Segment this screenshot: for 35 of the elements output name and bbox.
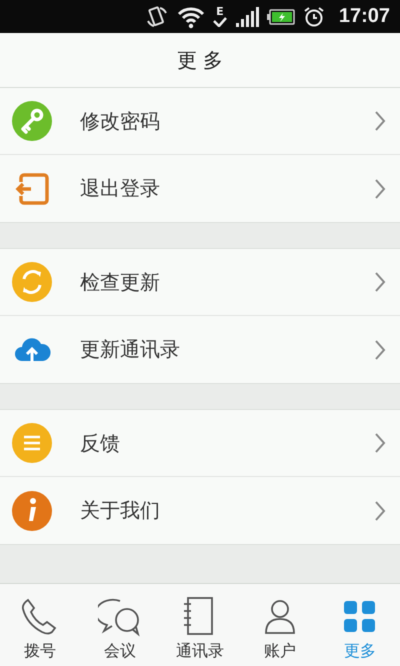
menu-item-label: 反馈	[80, 430, 121, 456]
chevron-right-icon	[374, 110, 386, 132]
battery-icon	[266, 8, 295, 24]
menu-item-label: 关于我们	[80, 497, 161, 524]
signal-icon	[234, 6, 259, 28]
list-icon	[12, 423, 52, 463]
info-icon	[12, 490, 52, 530]
alarm-icon	[302, 6, 325, 28]
chevron-right-icon	[374, 271, 386, 293]
menu-item[interactable]: 关于我们	[0, 477, 400, 544]
tab[interactable]: 通讯录	[160, 584, 240, 666]
menu-item-label: 退出登录	[80, 175, 161, 202]
chevron-right-icon	[374, 500, 386, 522]
menu-item-label: 修改密码	[80, 108, 161, 134]
chevron-right-icon	[374, 338, 386, 360]
check-icon	[212, 17, 227, 27]
menu-item[interactable]: 反馈	[0, 410, 400, 477]
tab[interactable]: 拨号	[0, 584, 80, 666]
chevron-right-icon	[374, 432, 386, 454]
menu-item-label: 更新通讯录	[80, 336, 181, 363]
key-icon	[12, 101, 52, 141]
menu-item-label: 检查更新	[80, 268, 161, 296]
menu-item[interactable]: 退出登录	[0, 155, 400, 222]
menu-item[interactable]: 检查更新	[0, 249, 400, 316]
rotation-icon	[144, 4, 169, 28]
refresh-icon	[12, 262, 52, 302]
menu-item[interactable]: 修改密码	[0, 88, 400, 155]
clock-time: 17:07	[338, 5, 390, 28]
tab[interactable]: 会议	[80, 584, 160, 666]
page-title: 更 多	[176, 46, 224, 74]
network-type: E	[216, 6, 224, 17]
chevron-right-icon	[374, 178, 386, 200]
tab[interactable]: 账户	[240, 584, 320, 666]
wifi-icon	[176, 4, 205, 28]
menu-item[interactable]: 更新通讯录	[0, 316, 400, 383]
